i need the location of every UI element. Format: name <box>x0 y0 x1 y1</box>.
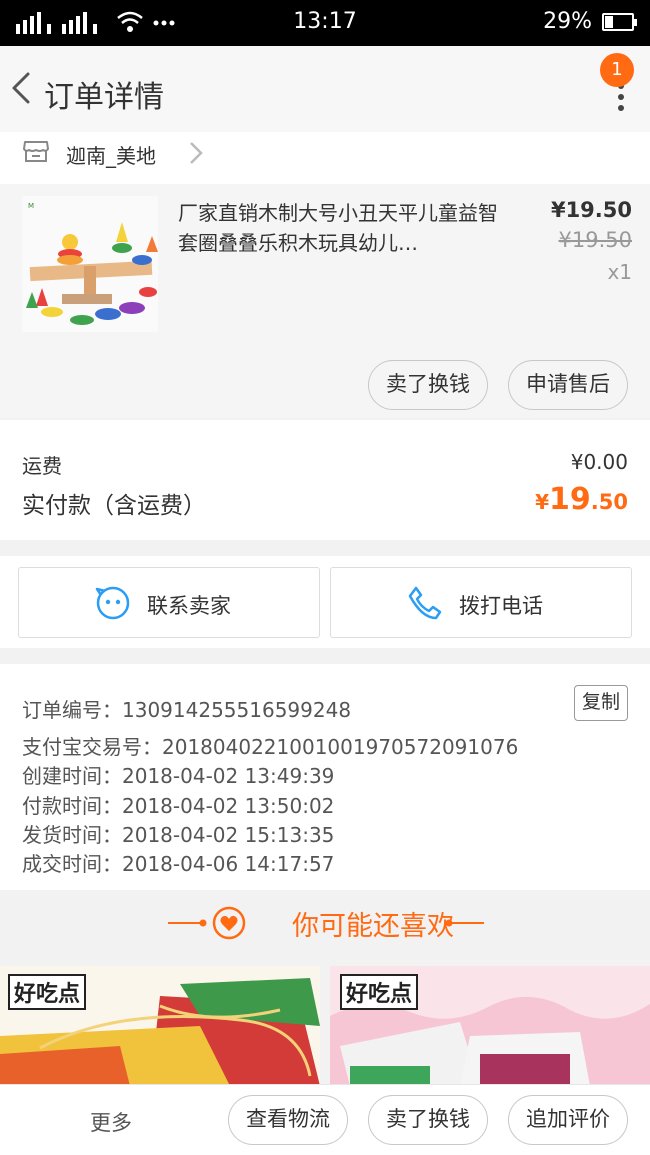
shop-name: 迦南_美地 <box>66 144 156 168</box>
product-name[interactable]: 厂家直销木制大号小丑天平儿童益智套圈叠叠乐积木玩具幼儿… <box>178 198 498 258</box>
sell-for-cash-button[interactable]: 卖了换钱 <box>368 360 488 410</box>
store-icon <box>23 141 49 162</box>
recommend-card[interactable]: 好吃点 <box>330 966 650 1086</box>
battery-percent: 29% <box>543 9 592 34</box>
brand-label: 好吃点 <box>8 974 87 1010</box>
completed-time: 成交时间：2018-04-06 14:17:57 <box>22 852 335 876</box>
product-price: ¥19.50 <box>550 198 632 222</box>
phone-icon <box>408 586 442 620</box>
recommend-title: 你可能还喜欢 <box>292 911 454 942</box>
order-number[interactable]: 订单编号：1309142555165992​48 <box>22 694 351 723</box>
brand-label: 好吃点 <box>340 974 419 1010</box>
battery-icon <box>602 13 637 31</box>
paid-amount-label: 实付款（含运费） <box>22 493 206 519</box>
product-original-price: ¥19.50 <box>558 228 632 252</box>
divider-right-icon <box>445 919 484 927</box>
recommend-card[interactable]: 好吃点 <box>0 966 320 1086</box>
shipping-value: ¥0.00 <box>570 450 628 474</box>
notification-badge: 1 <box>600 53 634 87</box>
shipping-label: 运费 <box>22 454 62 478</box>
order-item[interactable]: M 厂家直销木制大号小丑天平儿童益智套圈叠叠乐积木玩具幼儿… ¥19.50 ¥1… <box>0 184 650 418</box>
back-arrow-icon[interactable] <box>8 68 38 108</box>
payment-summary: 运费 ¥0.00 实付款（含运费） ¥19.50 <box>0 420 650 540</box>
view-logistics-button[interactable]: 查看物流 <box>228 1095 348 1145</box>
chat-face-icon <box>95 586 130 620</box>
page-title: 订单详情 <box>44 80 164 115</box>
order-info: 订单编号：1309142555165992​48 复制 支付宝交易号：20180… <box>0 664 650 890</box>
sell-for-cash-bottom-button[interactable]: 卖了换钱 <box>368 1095 488 1145</box>
recommend-grid: 好吃点 好吃点 <box>0 966 650 1086</box>
more-actions-button[interactable]: 更多 <box>90 1107 132 1137</box>
recommend-header: 你可能还喜欢 <box>0 890 650 954</box>
paid-decimal: .50 <box>590 490 628 514</box>
contact-seller-label: 联系卖家 <box>147 594 231 618</box>
paid-currency: ¥ <box>535 490 550 514</box>
shipped-time: 发货时间：2018-04-02 15:13:35 <box>22 823 335 847</box>
alipay-trade-number: 支付宝交易号：2018040221001001970572091076 <box>22 735 519 759</box>
call-phone-label: 拨打电话 <box>459 594 543 618</box>
product-thumbnail[interactable]: M <box>22 196 158 332</box>
chevron-right-icon <box>190 142 203 164</box>
toy-image: M <box>22 196 158 332</box>
after-sales-button[interactable]: 申请售后 <box>508 360 628 410</box>
svg-text:M: M <box>28 202 34 210</box>
contact-section: 联系卖家 拨打电话 <box>0 556 650 648</box>
bottom-action-bar: 更多 查看物流 卖了换钱 追加评价 <box>0 1084 650 1155</box>
contact-seller-button[interactable]: 联系卖家 <box>18 567 320 638</box>
created-time: 创建时间：2018-04-02 13:49:39 <box>22 764 335 788</box>
paid-time: 付款时间：2018-04-02 13:50:02 <box>22 794 335 818</box>
shop-row[interactable]: 迦南_美地 <box>0 132 650 184</box>
product-quantity: x1 <box>607 260 632 284</box>
paid-integer: 19 <box>549 482 591 517</box>
status-bar: 13:17 29% <box>0 0 650 46</box>
title-bar: 订单详情 1 <box>0 46 650 132</box>
battery-level <box>605 16 613 28</box>
call-phone-button[interactable]: 拨打电话 <box>330 567 632 638</box>
add-review-button[interactable]: 追加评价 <box>508 1095 628 1145</box>
copy-button[interactable]: 复制 <box>574 685 628 721</box>
paid-amount: ¥19.50 <box>535 482 628 517</box>
